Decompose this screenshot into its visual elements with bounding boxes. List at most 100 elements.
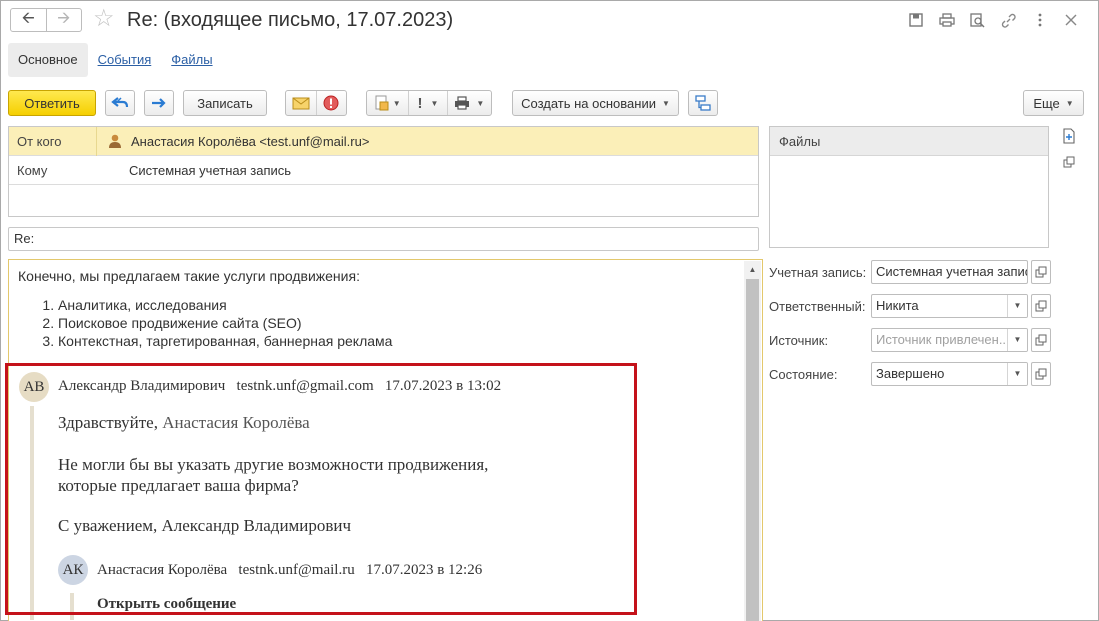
reply-text: Конечно, мы предлагаем такие услуги прод… — [18, 268, 392, 350]
chevron-down-icon: ▼ — [392, 98, 401, 108]
source-field: Источник: Источник привлечен... ▼ — [769, 328, 1051, 352]
open-source-button[interactable] — [1031, 328, 1051, 352]
form-tabs: Основное События Файлы — [8, 43, 223, 77]
message-header: От кого Анастасия Королёва <test.unf@mai… — [8, 126, 759, 217]
chevron-down-icon: ▼ — [430, 98, 439, 108]
print-icon — [455, 96, 470, 110]
from-label: От кого — [9, 126, 97, 156]
mark-read-button[interactable] — [286, 91, 316, 115]
responsible-label: Ответственный: — [769, 298, 866, 314]
navigation-group: 🡨 🡪 — [10, 8, 82, 32]
open-account-button[interactable] — [1031, 260, 1051, 284]
from-address: Анастасия Королёва <test.unf@mail.ru> — [131, 133, 370, 149]
scroll-up-icon[interactable]: ▲ — [744, 261, 761, 278]
reply-intro: Конечно, мы предлагаем такие услуги прод… — [18, 268, 360, 284]
source-select[interactable]: Источник привлечен... ▼ — [871, 328, 1028, 352]
star-icon[interactable]: ☆ — [93, 7, 115, 31]
files-header: Файлы — [770, 127, 1048, 156]
account-label: Учетная запись: — [769, 264, 867, 280]
more-button[interactable]: Еще ▼ — [1023, 90, 1084, 116]
print-button[interactable]: ▼ — [448, 91, 491, 115]
importance-button[interactable]: ! ▼ — [409, 91, 446, 115]
structure-button[interactable] — [688, 90, 718, 116]
back-button[interactable]: 🡨 — [11, 9, 46, 31]
arrow-right-icon: 🡪 — [57, 9, 71, 27]
mail-actions-group — [285, 90, 347, 116]
empty-row — [9, 185, 758, 214]
add-file-button[interactable] — [1061, 128, 1077, 144]
source-placeholder: Источник привлечен... — [876, 332, 1010, 347]
tab-files[interactable]: Файлы — [161, 43, 222, 77]
tab-main[interactable]: Основное — [8, 43, 88, 77]
open-window-icon — [1063, 156, 1075, 168]
state-value: Завершено — [876, 366, 945, 381]
preview-icon[interactable] — [962, 10, 993, 30]
to-value[interactable]: Системная учетная запись — [97, 163, 291, 178]
envelope-icon — [292, 97, 310, 110]
chevron-down-icon: ▼ — [661, 98, 670, 108]
add-file-icon — [1063, 128, 1075, 144]
person-icon — [109, 134, 121, 148]
responsible-select[interactable]: Никита ▼ — [871, 294, 1028, 318]
save-icon[interactable] — [900, 10, 931, 30]
account-field: Учетная запись: Системная учетная запис — [769, 260, 1051, 284]
save-label: Записать — [197, 95, 253, 111]
more-label: Еще — [1033, 95, 1060, 111]
close-icon[interactable] — [1055, 10, 1086, 30]
chevron-down-icon[interactable]: ▼ — [1007, 363, 1027, 385]
open-state-button[interactable] — [1031, 362, 1051, 386]
state-select[interactable]: Завершено ▼ — [871, 362, 1028, 386]
subject-input[interactable]: Re: — [8, 227, 759, 251]
attach-button[interactable]: ▼ — [367, 91, 408, 115]
services-list: Аналитика, исследования Поисковое продви… — [18, 296, 392, 350]
chevron-down-icon[interactable]: ▼ — [1007, 329, 1027, 351]
attachments-group: ▼ ! ▼ ▼ — [366, 90, 492, 116]
chevron-down-icon[interactable]: ▼ — [1007, 295, 1027, 317]
reply-button[interactable]: Ответить — [8, 90, 96, 116]
files-panel: Файлы — [769, 126, 1049, 248]
link-icon[interactable] — [993, 10, 1024, 30]
arrow-left-icon: 🡨 — [21, 9, 35, 27]
reply-label: Ответить — [24, 95, 80, 111]
to-row: Кому Системная учетная запись — [9, 156, 758, 185]
forward-arrow-icon — [152, 98, 166, 108]
chevron-down-icon: ▼ — [1065, 98, 1074, 108]
to-label: Кому — [17, 162, 48, 178]
open-window-icon — [1035, 334, 1047, 346]
document-attach-icon — [375, 95, 389, 111]
vertical-scrollbar[interactable]: ▲ — [744, 261, 761, 621]
hierarchy-icon — [695, 95, 711, 111]
state-field: Состояние: Завершено ▼ — [769, 362, 1051, 386]
list-item: Аналитика, исследования — [58, 296, 392, 314]
list-item: Контекстная, таргетированная, баннерная … — [58, 332, 392, 350]
reply-all-icon — [111, 97, 129, 108]
warning-icon — [323, 95, 339, 111]
responsible-value: Никита — [876, 298, 919, 313]
open-window-icon — [1035, 368, 1047, 380]
print-icon[interactable] — [931, 10, 962, 30]
list-item: Поисковое продвижение сайта (SEO) — [58, 314, 392, 332]
save-button[interactable]: Записать — [183, 90, 267, 116]
email-window: 🡨 🡪 ☆ Re: (входящее письмо, 17.07.2023) … — [0, 0, 1099, 621]
responsible-field: Ответственный: Никита ▼ — [769, 294, 1051, 318]
create-based-on-label: Создать на основании — [521, 95, 656, 111]
open-window-icon — [1035, 266, 1047, 278]
tab-events[interactable]: События — [88, 43, 162, 77]
reply-all-button[interactable] — [105, 90, 135, 116]
title-toolbar — [900, 10, 1086, 30]
window-title: Re: (входящее письмо, 17.07.2023) — [127, 9, 454, 31]
scrollbar-thumb[interactable] — [746, 279, 759, 621]
more-vertical-icon[interactable] — [1024, 10, 1055, 30]
highlight-frame — [5, 363, 637, 615]
account-input[interactable]: Системная учетная запис — [871, 260, 1028, 284]
open-file-button[interactable] — [1061, 154, 1077, 170]
from-value[interactable]: Анастасия Королёва <test.unf@mail.ru> — [97, 133, 369, 149]
forward-message-button[interactable] — [144, 90, 174, 116]
forward-button[interactable]: 🡪 — [45, 9, 82, 31]
exclamation-icon: ! — [417, 94, 423, 112]
create-based-on-button[interactable]: Создать на основании ▼ — [512, 90, 679, 116]
state-label: Состояние: — [769, 366, 838, 382]
source-label: Источник: — [769, 332, 829, 348]
open-responsible-button[interactable] — [1031, 294, 1051, 318]
spam-button[interactable] — [317, 91, 347, 115]
